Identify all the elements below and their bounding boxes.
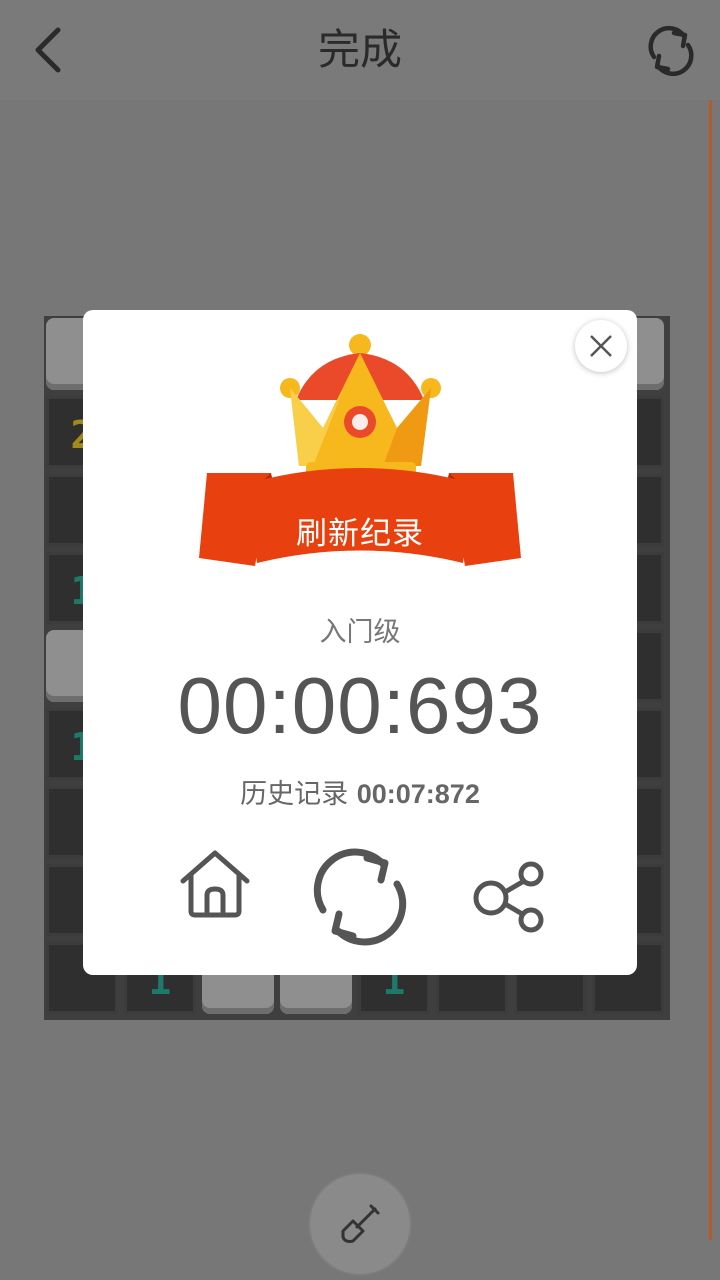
replay-icon	[313, 848, 407, 946]
refresh-icon	[648, 25, 694, 77]
home-icon	[180, 850, 250, 918]
history-value: 00:07:872	[356, 779, 480, 809]
restart-button[interactable]	[644, 24, 698, 78]
elapsed-time: 00:00:693	[177, 661, 543, 750]
history-label: 历史记录	[240, 779, 349, 810]
home-button[interactable]	[177, 845, 253, 925]
share-button[interactable]	[471, 858, 547, 938]
top-bar: 完成	[0, 0, 720, 100]
dig-mode-button[interactable]	[310, 1174, 410, 1274]
close-icon	[590, 335, 612, 357]
record-dialog: 刷新纪录 入门级 00:00:693 历史记录 00:07:872	[83, 310, 637, 975]
close-button[interactable]	[575, 320, 627, 372]
difficulty-label: 入门级	[319, 617, 401, 648]
shovel-icon	[341, 1204, 380, 1243]
share-icon	[473, 861, 544, 933]
replay-button[interactable]	[309, 846, 411, 952]
new-record-banner: 刷新纪录	[296, 516, 424, 552]
history-record: 历史记录 00:07:872	[83, 772, 637, 811]
page-title: 完成	[317, 25, 402, 74]
